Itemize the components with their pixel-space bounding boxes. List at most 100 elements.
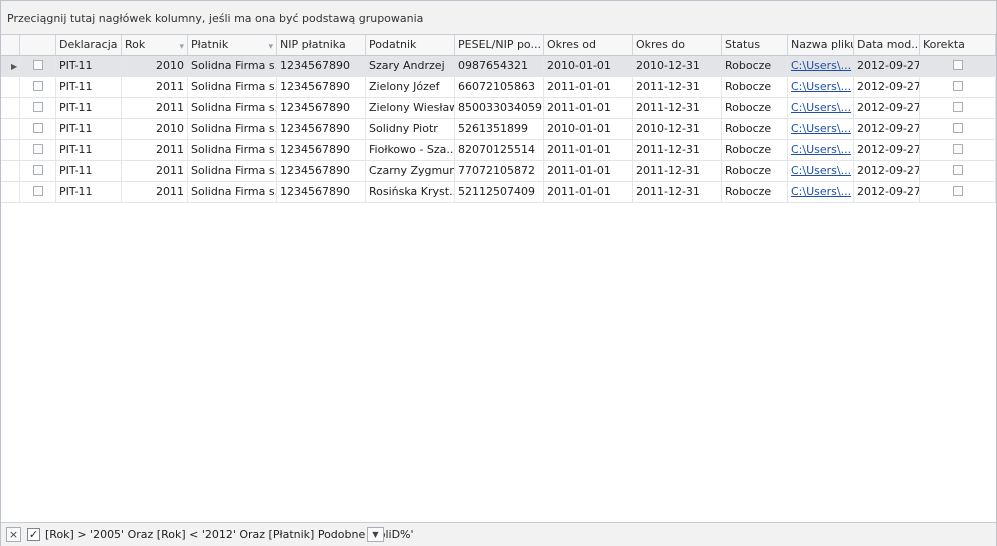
cell-nazwa-pliku[interactable]: C:\Users\...	[788, 77, 854, 97]
filter-icon[interactable]: ▾	[179, 37, 184, 55]
cell-nazwa-pliku[interactable]: C:\Users\...	[788, 182, 854, 202]
row-select-checkbox-cell	[20, 161, 56, 181]
header-okres-od[interactable]: Okres od	[544, 35, 633, 55]
cell-status: Robocze	[722, 56, 788, 76]
korekta-checkbox[interactable]	[952, 81, 963, 91]
row-select-checkbox[interactable]	[32, 60, 43, 70]
row-select-checkbox[interactable]	[32, 123, 43, 133]
row-select-checkbox-cell	[20, 140, 56, 160]
row-indicator[interactable]	[1, 119, 20, 139]
korekta-checkbox[interactable]	[952, 165, 963, 175]
cell-podatnik: Zielony Józef	[366, 77, 455, 97]
row-select-checkbox-cell	[20, 182, 56, 202]
korekta-checkbox[interactable]	[952, 123, 963, 133]
filter-expression[interactable]: [Rok] > '2005' Oraz [Rok] < '2012' Oraz …	[45, 528, 414, 541]
header-data-modyfikacji[interactable]: Data mod...	[854, 35, 920, 55]
cell-data-modyfikacji: 2012-09-27	[854, 182, 920, 202]
table-row[interactable]: PIT-11 2011 Solidna Firma s... 1234567890 Ro…	[1, 182, 996, 203]
korekta-checkbox-cell	[920, 140, 996, 160]
header-pesel-nip[interactable]: PESEL/NIP po...	[455, 35, 544, 55]
cell-nip-platnika: 1234567890	[277, 161, 366, 181]
cell-platnik: Solidna Firma s...	[188, 56, 277, 76]
cell-nip-platnika: 1234567890	[277, 77, 366, 97]
cell-data-modyfikacji: 2012-09-27	[854, 77, 920, 97]
cell-podatnik: Czarny Zygmunt	[366, 161, 455, 181]
row-select-checkbox[interactable]	[32, 102, 43, 112]
cell-okres-do: 2011-12-31	[633, 77, 722, 97]
table-row[interactable]: ▶ PIT-11 2010 Solidna Firma s... 1234567890 S…	[1, 56, 996, 77]
group-by-panel[interactable]: Przeciągnij tutaj nagłówek kolumny, jeśl…	[1, 1, 996, 35]
row-select-checkbox[interactable]	[32, 81, 43, 91]
row-indicator[interactable]	[1, 161, 20, 181]
cell-rok: 2011	[122, 98, 188, 118]
cell-data-modyfikacji: 2012-09-27	[854, 56, 920, 76]
cell-deklaracja: PIT-11	[56, 182, 122, 202]
cell-nazwa-pliku[interactable]: C:\Users\...	[788, 119, 854, 139]
cell-nazwa-pliku[interactable]: C:\Users\...	[788, 56, 854, 76]
cell-podatnik: Rosińska Kryst...	[366, 182, 455, 202]
header-platnik[interactable]: Płatnik ▾	[188, 35, 277, 55]
header-indicator	[1, 35, 20, 55]
table-row[interactable]: PIT-11 2011 Solidna Firma s... 1234567890 Zi…	[1, 77, 996, 98]
cell-data-modyfikacji: 2012-09-27	[854, 161, 920, 181]
cell-platnik: Solidna Firma s...	[188, 98, 277, 118]
cell-okres-od: 2011-01-01	[544, 98, 633, 118]
cell-data-modyfikacji: 2012-09-27	[854, 98, 920, 118]
cell-status: Robocze	[722, 98, 788, 118]
cell-nazwa-pliku[interactable]: C:\Users\...	[788, 161, 854, 181]
cell-rok: 2010	[122, 119, 188, 139]
close-filter-icon[interactable]: ×	[6, 527, 21, 542]
korekta-checkbox[interactable]	[952, 102, 963, 112]
header-deklaracja[interactable]: Deklaracja	[56, 35, 122, 55]
row-indicator[interactable]	[1, 98, 20, 118]
row-select-checkbox[interactable]	[32, 186, 43, 196]
row-indicator[interactable]: ▶	[1, 56, 20, 76]
cell-deklaracja: PIT-11	[56, 77, 122, 97]
current-row-icon: ▶	[11, 62, 18, 71]
table-row[interactable]: PIT-11 2011 Solidna Firma s... 1234567890 Zi…	[1, 98, 996, 119]
cell-data-modyfikacji: 2012-09-27	[854, 140, 920, 160]
cell-deklaracja: PIT-11	[56, 56, 122, 76]
cell-status: Robocze	[722, 140, 788, 160]
cell-rok: 2011	[122, 182, 188, 202]
korekta-checkbox[interactable]	[952, 186, 963, 196]
cell-okres-do: 2011-12-31	[633, 98, 722, 118]
korekta-checkbox[interactable]	[952, 144, 963, 154]
row-indicator[interactable]	[1, 77, 20, 97]
row-indicator[interactable]	[1, 140, 20, 160]
header-select[interactable]	[20, 35, 56, 55]
korekta-checkbox-cell	[920, 77, 996, 97]
cell-pesel-nip: 0987654321	[455, 56, 544, 76]
group-by-hint: Przeciągnij tutaj nagłówek kolumny, jeśl…	[7, 12, 424, 25]
row-indicator[interactable]	[1, 182, 20, 202]
enable-filter-checkbox[interactable]: ✓	[27, 528, 40, 541]
header-okres-do[interactable]: Okres do	[633, 35, 722, 55]
row-select-checkbox[interactable]	[32, 165, 43, 175]
cell-nazwa-pliku[interactable]: C:\Users\...	[788, 140, 854, 160]
cell-okres-od: 2011-01-01	[544, 182, 633, 202]
table-row[interactable]: PIT-11 2010 Solidna Firma s... 1234567890 So…	[1, 119, 996, 140]
table-row[interactable]: PIT-11 2011 Solidna Firma s... 1234567890 Cz…	[1, 161, 996, 182]
row-select-checkbox-cell	[20, 77, 56, 97]
header-podatnik[interactable]: Podatnik	[366, 35, 455, 55]
cell-pesel-nip: 850033034059	[455, 98, 544, 118]
korekta-checkbox[interactable]	[952, 60, 963, 70]
header-status[interactable]: Status	[722, 35, 788, 55]
cell-pesel-nip: 5261351899	[455, 119, 544, 139]
table-row[interactable]: PIT-11 2011 Solidna Firma s... 1234567890 Fi…	[1, 140, 996, 161]
cell-deklaracja: PIT-11	[56, 161, 122, 181]
header-rok[interactable]: Rok ▾	[122, 35, 188, 55]
filter-icon[interactable]: ▾	[268, 37, 273, 55]
filter-dropdown-icon[interactable]: ▼	[367, 527, 384, 542]
cell-nip-platnika: 1234567890	[277, 182, 366, 202]
row-select-checkbox-cell	[20, 56, 56, 76]
header-nip-platnika[interactable]: NIP płatnika	[277, 35, 366, 55]
cell-podatnik: Szary Andrzej	[366, 56, 455, 76]
header-nazwa-pliku[interactable]: Nazwa pliku	[788, 35, 854, 55]
cell-rok: 2011	[122, 140, 188, 160]
cell-nazwa-pliku[interactable]: C:\Users\...	[788, 98, 854, 118]
cell-rok: 2011	[122, 77, 188, 97]
header-korekta[interactable]: Korekta	[920, 35, 996, 55]
cell-pesel-nip: 52112507409	[455, 182, 544, 202]
row-select-checkbox[interactable]	[32, 144, 43, 154]
